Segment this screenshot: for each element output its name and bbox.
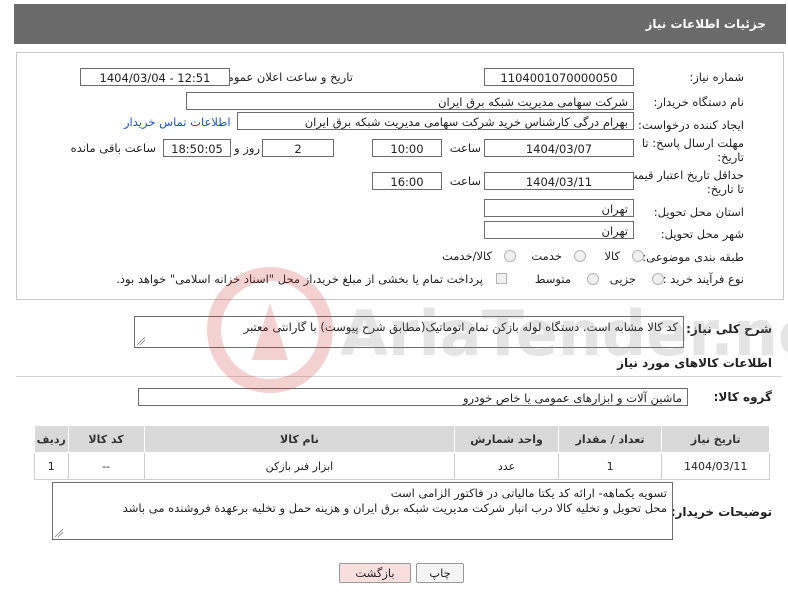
category-option-goods-service: کالا/خدمت (441, 249, 492, 263)
goods-group-label: گروه کالا: (713, 390, 772, 404)
section-divider (16, 376, 782, 377)
resize-grip-icon[interactable] (137, 337, 145, 345)
items-table: ردیف کد کالا نام کالا واحد شمارش تعداد /… (34, 425, 770, 480)
deadline-label: مهلت ارسال پاسخ: تا (641, 136, 744, 150)
city-label: شهر محل تحویل: (660, 227, 744, 241)
purchase-option-medium: متوسط (534, 272, 571, 286)
cell-row-number: 1 (34, 452, 69, 480)
deadline-time-field: 10:00 (372, 139, 442, 157)
province-field: تهران (484, 199, 634, 217)
goods-info-title: اطلاعات کالاهای مورد نیاز (617, 356, 772, 370)
days-remaining-field: 2 (262, 139, 334, 157)
back-button[interactable]: بازگشت (339, 563, 411, 583)
city-field: تهران (484, 221, 634, 239)
treasury-checkbox[interactable] (496, 273, 507, 284)
page-header: جزئیات اطلاعات نیاز (14, 4, 786, 44)
creator-label: ایجاد کننده درخواست: (638, 118, 744, 132)
column-header-row: ردیف (34, 425, 69, 453)
time-remaining-label: ساعت باقی مانده (70, 141, 156, 155)
buyer-notes-line-2: محل تحویل و تخلیه کالا درب انبار شرکت مد… (122, 501, 667, 515)
price-time-field: 16:00 (372, 172, 442, 190)
column-header-name: نام کالا (143, 425, 456, 453)
buyer-label: نام دستگاه خریدار: (653, 95, 744, 109)
deadline-date-field: 1404/03/07 (484, 139, 634, 157)
category-option-goods: کالا (604, 249, 620, 263)
category-radio-goods-service[interactable] (504, 250, 516, 262)
treasury-note: پرداخت تمام یا بخشی از مبلغ خرید،از محل … (116, 272, 483, 286)
need-number-label: شماره نیاز: (689, 70, 744, 84)
column-header-date: تاریخ نیاز (661, 425, 770, 453)
purchase-radio-medium[interactable] (587, 273, 599, 285)
description-text: کد کالا مشابه است. دستگاه لوله بازکن تما… (243, 320, 678, 334)
description-textarea: کد کالا مشابه است. دستگاه لوله بازکن تما… (134, 316, 684, 348)
deadline-label-date: تاریخ: (717, 150, 744, 164)
cell-name: ابزار فنر بازکن (143, 452, 456, 480)
resize-grip-icon[interactable] (55, 529, 63, 537)
days-label: روز و (234, 141, 260, 155)
category-option-service: خدمت (531, 249, 562, 263)
creator-field: بهرام درگی کارشناس خرید شرکت سهامی مدیری… (237, 112, 634, 130)
page-title: جزئیات اطلاعات نیاز (645, 17, 766, 31)
description-label: شرح کلی نیاز: (686, 322, 772, 336)
need-number-field: 1104001070000050 (484, 68, 634, 86)
category-label: طبقه بندی موضوعی: (642, 250, 744, 264)
category-radio-service[interactable] (574, 250, 586, 262)
purchase-type-label: نوع فرآیند خرید : (662, 272, 744, 286)
price-time-label: ساعت (449, 174, 481, 188)
purchase-radio-minor[interactable] (652, 273, 664, 285)
buyer-field: شرکت سهامی مدیریت شبکه برق ایران (186, 92, 634, 110)
cell-code: -- (67, 452, 145, 480)
announce-field: 1404/03/04 - 12:51 (80, 68, 230, 86)
price-validity-label: حداقل تاریخ اعتبار قیمت: (622, 168, 744, 182)
table-header-row: ردیف کد کالا نام کالا واحد شمارش تعداد /… (34, 425, 770, 453)
category-radio-goods[interactable] (632, 250, 644, 262)
column-header-quantity: تعداد / مقدار (557, 425, 663, 453)
goods-group-field: ماشین آلات و ابزارهای عمومی یا خاص خودرو (138, 388, 688, 406)
announce-label: تاریخ و ساعت اعلان عمومی: (214, 70, 353, 84)
cell-unit: عدد (454, 452, 559, 480)
cell-quantity: 1 (557, 452, 663, 480)
print-button[interactable]: چاپ (416, 563, 464, 583)
time-remaining-field: 18:50:05 (163, 139, 231, 157)
price-validity-label-date: تا تاریخ: (706, 182, 744, 196)
price-date-field: 1404/03/11 (484, 172, 634, 190)
buyer-notes-textarea: تسویه یکماهه- ارائه کد یکتا مالیاتی در ف… (52, 482, 673, 540)
table-row[interactable]: 1 -- ابزار فنر بازکن عدد 1 1404/03/11 (34, 452, 770, 480)
province-label: استان محل تحویل: (653, 205, 744, 219)
deadline-time-label: ساعت (449, 141, 481, 155)
column-header-unit: واحد شمارش (454, 425, 559, 453)
buyer-contact-link[interactable]: اطلاعات تماس خریدار (124, 115, 231, 129)
purchase-option-minor: جزیی (609, 272, 636, 286)
cell-date: 1404/03/11 (661, 452, 770, 480)
buyer-notes-line-1: تسویه یکماهه- ارائه کد یکتا مالیاتی در ف… (390, 486, 667, 500)
column-header-code: کد کالا (67, 425, 145, 453)
buyer-notes-label: توضیحات خریدار: (670, 505, 772, 519)
